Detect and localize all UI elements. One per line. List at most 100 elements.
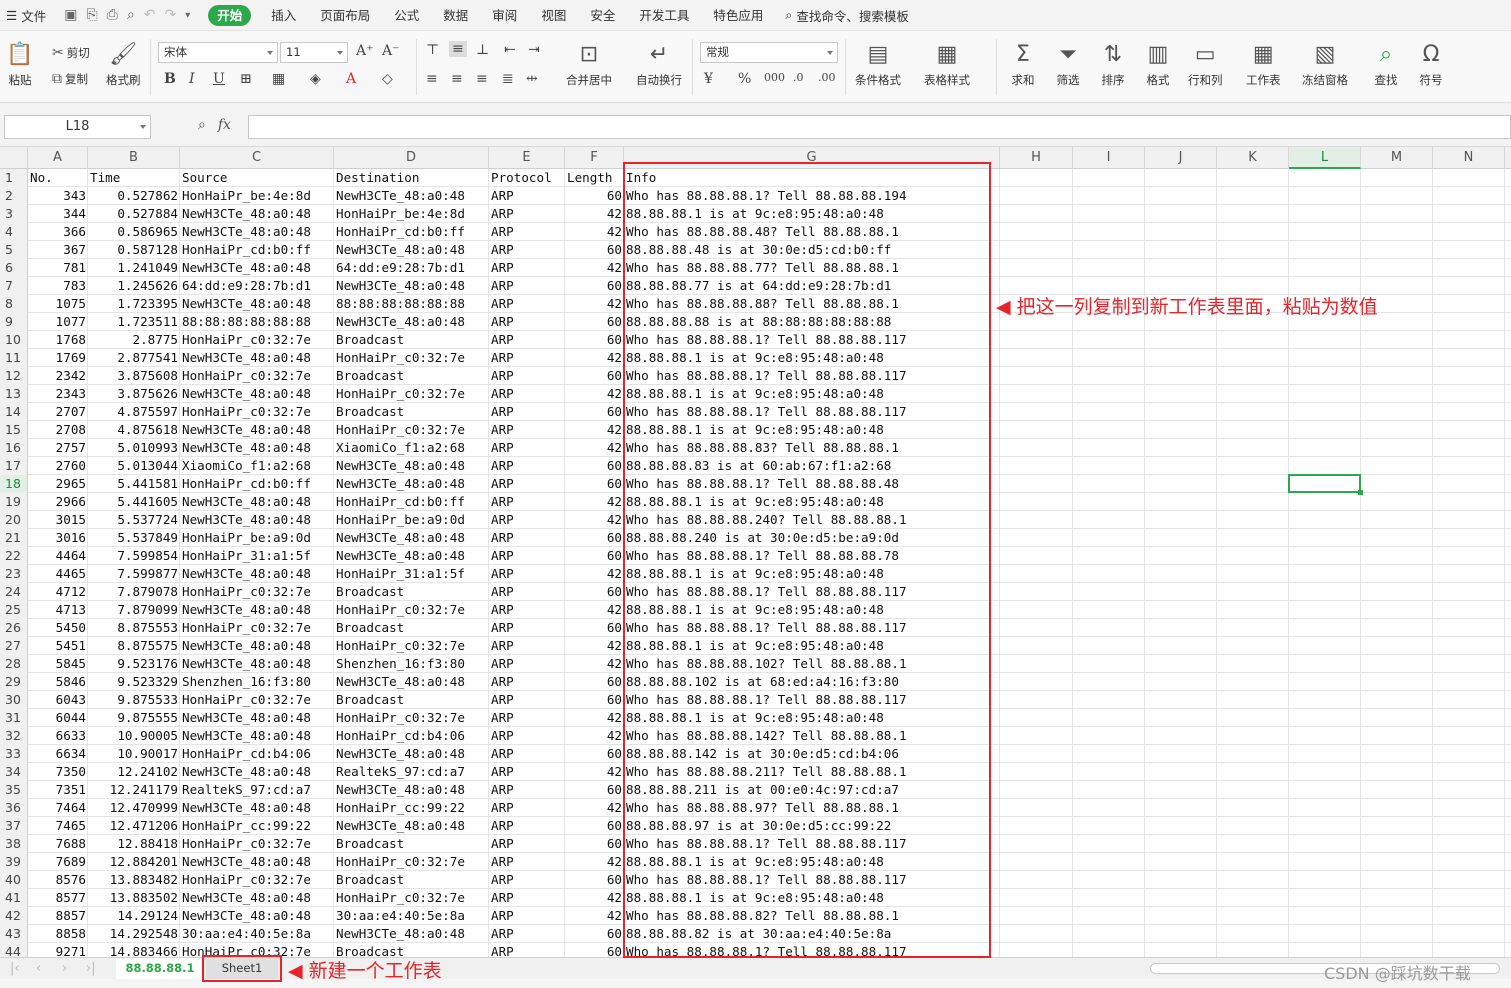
row-header[interactable]: 38 xyxy=(0,835,28,853)
italic-icon[interactable]: I xyxy=(189,71,195,87)
row-header[interactable]: 7 xyxy=(0,277,28,295)
align-center-icon[interactable]: ≡ xyxy=(451,71,463,87)
tab-9[interactable]: 特色应用 xyxy=(701,0,775,31)
cell[interactable]: ARP xyxy=(489,511,565,529)
cell[interactable]: 1.723511 xyxy=(88,313,180,331)
cell[interactable]: ARP xyxy=(489,817,565,835)
cell[interactable]: ARP xyxy=(489,457,565,475)
cell[interactable]: 8.875553 xyxy=(88,619,180,637)
row-header[interactable]: 20 xyxy=(0,511,28,529)
cell[interactable]: 1768 xyxy=(28,331,88,349)
cell[interactable]: 8577 xyxy=(28,889,88,907)
cell[interactable]: 60 xyxy=(565,403,624,421)
undo-icon[interactable]: ↶ xyxy=(144,7,156,23)
row-header[interactable]: 17 xyxy=(0,457,28,475)
cell[interactable]: 60 xyxy=(565,925,624,943)
cell[interactable]: 3.875626 xyxy=(88,385,180,403)
cell[interactable]: 7.879099 xyxy=(88,601,180,619)
tab-8[interactable]: 开发工具 xyxy=(627,0,701,31)
cell[interactable]: Destination xyxy=(334,169,489,187)
cell[interactable]: Broadcast xyxy=(334,367,489,385)
row-header[interactable]: 33 xyxy=(0,745,28,763)
cell[interactable]: 9271 xyxy=(28,943,88,957)
cell[interactable]: ARP xyxy=(489,313,565,331)
increase-font-icon[interactable]: A⁺ xyxy=(356,43,374,59)
cell[interactable]: 60 xyxy=(565,547,624,565)
column-header-E[interactable]: E xyxy=(489,147,565,169)
prev-sheet-icon[interactable]: ‹ xyxy=(36,961,41,976)
cell[interactable]: NewH3CTe_48:a0:48 xyxy=(334,529,489,547)
cell[interactable]: NewH3CTe_48:a0:48 xyxy=(180,565,334,583)
cell[interactable]: 12.470999 xyxy=(88,799,180,817)
cell[interactable]: 60 xyxy=(565,835,624,853)
cell[interactable]: ARP xyxy=(489,601,565,619)
cell[interactable]: 7.879078 xyxy=(88,583,180,601)
cell[interactable]: ARP xyxy=(489,835,565,853)
cell[interactable]: NewH3CTe_48:a0:48 xyxy=(180,799,334,817)
cell[interactable]: 5.441581 xyxy=(88,475,180,493)
cell[interactable]: 60 xyxy=(565,313,624,331)
row-header[interactable]: 37 xyxy=(0,817,28,835)
font-size-select[interactable]: 11 xyxy=(280,42,348,63)
cell[interactable]: 2343 xyxy=(28,385,88,403)
row-header[interactable]: 12 xyxy=(0,367,28,385)
cell[interactable]: ARP xyxy=(489,349,565,367)
cell[interactable]: 42 xyxy=(565,511,624,529)
align-middle-icon[interactable]: ≡ xyxy=(449,41,467,57)
row-header[interactable]: 39 xyxy=(0,853,28,871)
row-header[interactable]: 36 xyxy=(0,799,28,817)
cell[interactable]: 42 xyxy=(565,655,624,673)
cell[interactable]: ARP xyxy=(489,277,565,295)
bold-icon[interactable]: B xyxy=(164,71,176,87)
cell[interactable]: 2.8775 xyxy=(88,331,180,349)
cell[interactable]: 60 xyxy=(565,187,624,205)
decrease-indent-icon[interactable]: ⇤ xyxy=(504,42,516,58)
paste-button[interactable]: 📋 粘贴 xyxy=(6,40,34,88)
row-header[interactable]: 29 xyxy=(0,673,28,691)
redo-icon[interactable]: ↷ xyxy=(164,7,176,23)
cell[interactable]: 12.241179 xyxy=(88,781,180,799)
cell[interactable]: NewH3CTe_48:a0:48 xyxy=(180,889,334,907)
cell[interactable]: 42 xyxy=(565,853,624,871)
cell[interactable]: 0.587128 xyxy=(88,241,180,259)
find-button[interactable]: ⌕ 查找 xyxy=(1372,40,1400,88)
cell[interactable]: 8576 xyxy=(28,871,88,889)
cell[interactable]: 7688 xyxy=(28,835,88,853)
cell[interactable]: 8858 xyxy=(28,925,88,943)
cell[interactable]: HonHaiPr_be:a9:0d xyxy=(334,511,489,529)
cell[interactable]: 5.013044 xyxy=(88,457,180,475)
cell[interactable]: 30:aa:e4:40:5e:8a xyxy=(180,925,334,943)
cell[interactable]: RealtekS_97:cd:a7 xyxy=(180,781,334,799)
cell[interactable]: HonHaiPr_be:4e:8d xyxy=(180,187,334,205)
cell[interactable]: 42 xyxy=(565,349,624,367)
cell[interactable]: Broadcast xyxy=(334,403,489,421)
cell[interactable]: Broadcast xyxy=(334,691,489,709)
cell[interactable]: HonHaiPr_cc:99:22 xyxy=(180,817,334,835)
cell[interactable]: 12.88418 xyxy=(88,835,180,853)
row-header[interactable]: 14 xyxy=(0,403,28,421)
cell[interactable]: ARP xyxy=(489,421,565,439)
align-left-icon[interactable]: ≡ xyxy=(426,71,438,87)
next-sheet-icon[interactable]: › xyxy=(62,961,67,976)
cell[interactable]: 42 xyxy=(565,295,624,313)
tab-3[interactable]: 公式 xyxy=(382,0,431,31)
cell[interactable]: 60 xyxy=(565,619,624,637)
cell[interactable]: HonHaiPr_31:a1:5f xyxy=(334,565,489,583)
cell[interactable]: Protocol xyxy=(489,169,565,187)
fx-icon[interactable]: fx xyxy=(218,117,231,133)
cell[interactable]: 4.875597 xyxy=(88,403,180,421)
paint-bucket-icon[interactable]: ◈ xyxy=(310,71,321,87)
cell[interactable]: 42 xyxy=(565,637,624,655)
cell[interactable]: ARP xyxy=(489,907,565,925)
percent-icon[interactable]: % xyxy=(738,71,751,87)
print-preview-icon[interactable]: ⌕ xyxy=(127,7,135,23)
underline-icon[interactable]: U xyxy=(213,71,225,87)
border-icon[interactable]: ⊞ xyxy=(240,71,252,87)
cell[interactable]: 1769 xyxy=(28,349,88,367)
cell[interactable]: NewH3CTe_48:a0:48 xyxy=(334,925,489,943)
column-header-H[interactable]: H xyxy=(1000,147,1073,169)
cell[interactable]: ARP xyxy=(489,709,565,727)
row-header[interactable]: 35 xyxy=(0,781,28,799)
row-header[interactable]: 25 xyxy=(0,601,28,619)
conditional-format-button[interactable]: ▤ 条件格式 xyxy=(855,40,901,88)
